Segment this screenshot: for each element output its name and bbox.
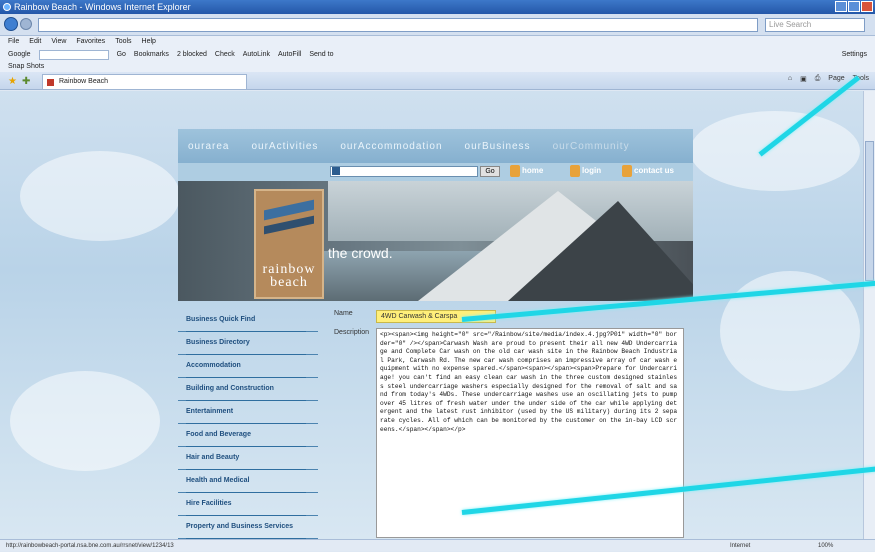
address-bar: Live Search	[0, 14, 875, 36]
google-bookmarks[interactable]: Bookmarks	[134, 48, 169, 62]
home-icon[interactable]: ⌂	[788, 75, 792, 83]
rainbow-beach-logo[interactable]: rainbow beach	[254, 189, 324, 299]
favorites-star-icon[interactable]: ★	[8, 76, 17, 87]
menu-edit[interactable]: Edit	[29, 36, 41, 48]
site-search-icon	[332, 167, 340, 175]
status-zone: Internet	[730, 543, 751, 549]
google-autofill[interactable]: AutoFill	[278, 48, 301, 62]
close-button[interactable]	[861, 1, 873, 12]
page-viewport: ourarea ourActivities ourAccommodation o…	[0, 91, 875, 539]
sidebar-item-hire[interactable]: Hire Facilities	[178, 493, 318, 516]
forward-button[interactable]	[20, 18, 32, 30]
google-label: Google	[8, 51, 31, 58]
window-titlebar: Rainbow Beach - Windows Internet Explore…	[0, 0, 875, 14]
feeds-icon[interactable]: ▣	[800, 75, 807, 83]
sidebar-item-food[interactable]: Food and Beverage	[178, 424, 318, 447]
sidebar-item-accommodation[interactable]: Accommodation	[178, 355, 318, 378]
google-autolink[interactable]: AutoLink	[243, 48, 270, 62]
contact-icon	[622, 165, 632, 177]
description-label: Description	[334, 329, 370, 336]
menu-file[interactable]: File	[8, 36, 19, 48]
contact-link[interactable]: contact us	[634, 166, 674, 175]
print-icon[interactable]: ⎙	[815, 75, 821, 83]
tab-label: Rainbow Beach	[59, 78, 109, 85]
site-search-row: Go home login contact us	[178, 163, 693, 181]
sidebar-item-quick-find[interactable]: Business Quick Find	[178, 309, 318, 332]
menu-favorites[interactable]: Favorites	[76, 36, 105, 48]
site-nav: ourarea ourActivities ourAccommodation o…	[178, 129, 693, 163]
window-title: Rainbow Beach - Windows Internet Explore…	[14, 2, 191, 12]
name-label: Name	[334, 310, 353, 317]
banner-tagline: the crowd.	[328, 245, 393, 261]
background-cloud	[10, 371, 160, 471]
snap-shots-label[interactable]: Snap Shots	[8, 63, 44, 70]
nav-ourarea[interactable]: ourarea	[188, 141, 229, 152]
scrollbar-thumb[interactable]	[865, 141, 874, 281]
home-link[interactable]: home	[522, 166, 543, 175]
nav-ourbusiness[interactable]: ourBusiness	[465, 141, 531, 152]
back-button[interactable]	[4, 17, 18, 31]
add-favorites-icon[interactable]: ✚	[22, 76, 30, 87]
google-search-input[interactable]	[38, 50, 109, 60]
snap-shots-bar: Snap Shots	[0, 62, 875, 72]
business-sidebar: Business Quick Find Business Directory A…	[178, 309, 318, 539]
google-sendto[interactable]: Send to	[309, 48, 333, 62]
banner-rock	[508, 201, 693, 301]
site-search-go-button[interactable]: Go	[480, 166, 500, 177]
google-check[interactable]: Check	[215, 48, 235, 62]
window-controls	[835, 1, 873, 12]
background-cloud	[20, 151, 180, 241]
sidebar-item-hair[interactable]: Hair and Beauty	[178, 447, 318, 470]
tab-rainbow-beach[interactable]: Rainbow Beach	[42, 74, 247, 89]
sidebar-item-entertainment[interactable]: Entertainment	[178, 401, 318, 424]
minimize-button[interactable]	[835, 1, 847, 12]
menu-view[interactable]: View	[51, 36, 66, 48]
sidebar-item-property[interactable]: Property and Business Services	[178, 516, 318, 539]
nav-ouractivities[interactable]: ourActivities	[251, 141, 318, 152]
favicon-icon	[47, 79, 54, 86]
google-go[interactable]: Go	[117, 48, 126, 62]
sidebar-item-building[interactable]: Building and Construction	[178, 378, 318, 401]
background-cloud	[690, 111, 860, 191]
home-icon	[510, 165, 520, 177]
google-blocked[interactable]: 2 blocked	[177, 48, 207, 62]
nav-ouraccommodation[interactable]: ourAccommodation	[340, 141, 442, 152]
ie-icon	[3, 3, 11, 11]
page-menu[interactable]: Page	[828, 75, 844, 83]
zoom-level[interactable]: 100%	[818, 540, 833, 552]
logo-text: rainbow beach	[262, 262, 316, 290]
status-url: http://rainbowbeach-portal.nsa.bne.com.a…	[6, 543, 174, 549]
nav-ourcommunity[interactable]: ourCommunity	[553, 141, 630, 152]
search-input[interactable]: Live Search	[765, 18, 865, 32]
status-bar: http://rainbowbeach-portal.nsa.bne.com.a…	[0, 539, 875, 551]
url-input[interactable]	[38, 18, 758, 32]
maximize-button[interactable]	[848, 1, 860, 12]
google-toolbar: Google Go Bookmarks 2 blocked Check Auto…	[0, 48, 875, 62]
menu-tools[interactable]: Tools	[115, 36, 131, 48]
google-settings[interactable]: Settings	[842, 48, 867, 62]
login-link[interactable]: login	[582, 166, 601, 175]
header-banner: rainbow beach the crowd.	[178, 181, 693, 301]
site-container: ourarea ourActivities ourAccommodation o…	[178, 129, 693, 539]
menu-bar: File Edit View Favorites Tools Help	[0, 36, 875, 48]
site-search-input[interactable]	[330, 166, 478, 177]
menu-help[interactable]: Help	[142, 36, 156, 48]
login-icon	[570, 165, 580, 177]
tab-bar: ★ ✚ Rainbow Beach ⌂ ▣ ⎙ Page Tools	[0, 72, 875, 90]
sidebar-item-directory[interactable]: Business Directory	[178, 332, 318, 355]
sidebar-item-health[interactable]: Health and Medical	[178, 470, 318, 493]
